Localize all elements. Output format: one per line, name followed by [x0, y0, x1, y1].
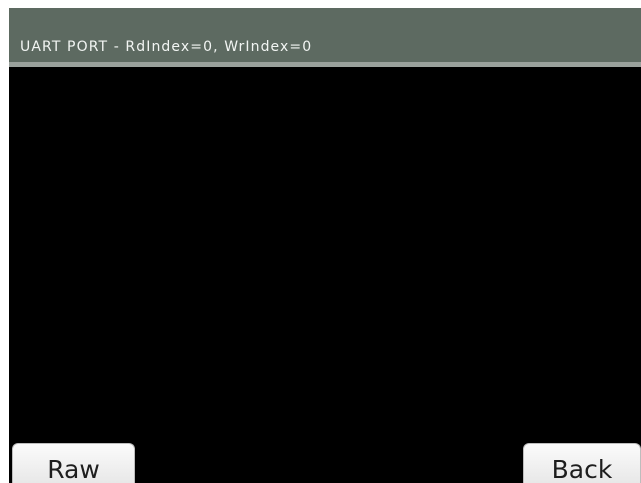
raw-button[interactable]: Raw: [12, 443, 135, 483]
uart-status-title: UART PORT - RdIndex=0, WrIndex=0: [20, 39, 313, 55]
title-bar: UART PORT - RdIndex=0, WrIndex=0: [9, 8, 641, 67]
uart-terminal-output: [9, 67, 641, 483]
back-button[interactable]: Back: [523, 443, 641, 483]
device-screen: UART PORT - RdIndex=0, WrIndex=0 Raw Bac…: [9, 8, 641, 483]
